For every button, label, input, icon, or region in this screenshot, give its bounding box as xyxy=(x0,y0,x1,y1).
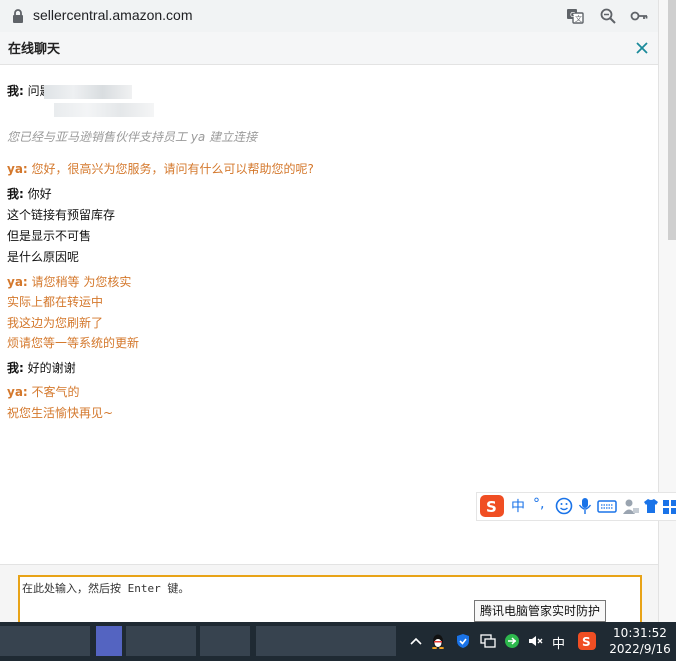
keyboard-icon[interactable] xyxy=(597,496,617,516)
volume-muted-icon[interactable] xyxy=(527,633,543,649)
microphone-icon[interactable] xyxy=(577,496,593,516)
message-me: 我: 你好 xyxy=(7,187,52,201)
emoji-icon[interactable] xyxy=(555,496,573,516)
chat-title: 在线聊天 xyxy=(8,42,61,57)
svg-text:S: S xyxy=(486,498,497,516)
scrollbar-thumb[interactable] xyxy=(668,0,676,240)
ime-punct-button[interactable]: °, xyxy=(533,496,544,516)
zoom-icon[interactable] xyxy=(599,7,617,25)
sogou-logo-icon[interactable]: S xyxy=(480,495,504,517)
redacted-text xyxy=(54,103,154,117)
redacted-taskbar-item[interactable] xyxy=(126,626,196,656)
translate-icon[interactable]: G 文 xyxy=(566,7,584,25)
url-text[interactable]: sellercentral.amazon.com xyxy=(33,7,193,23)
redacted-taskbar-item[interactable] xyxy=(256,626,396,656)
redacted-taskbar-item[interactable] xyxy=(96,626,122,656)
message-agent: ya: 您好，很高兴为您服务，请问有什么可以帮助您的呢? xyxy=(7,162,314,176)
system-notice: 您已经与亚马逊销售伙伴支持员工 ya 建立连接 xyxy=(7,130,258,144)
clock-date: 2022/9/16 xyxy=(609,642,671,656)
green-app-icon[interactable] xyxy=(504,633,520,649)
svg-text:文: 文 xyxy=(575,14,582,23)
message-me: 我: 好的谢谢 xyxy=(7,361,76,375)
message-line: 祝您生活愉快再见~ xyxy=(7,406,114,420)
redacted-taskbar-item[interactable] xyxy=(200,626,250,656)
skin-shirt-icon[interactable] xyxy=(643,496,659,516)
svg-text:S: S xyxy=(582,635,591,649)
clock-time: 10:31:52 xyxy=(613,626,667,640)
user-settings-icon[interactable] xyxy=(622,496,640,516)
qq-penguin-icon[interactable] xyxy=(430,633,446,649)
shield-icon[interactable] xyxy=(455,633,471,649)
message-line: 是什么原因呢 xyxy=(7,250,80,264)
message-agent: ya: 请您稍等 为您核实 xyxy=(7,275,132,289)
chevron-up-icon[interactable] xyxy=(408,633,424,649)
ime-toolbar[interactable]: S 中 °, xyxy=(476,492,676,521)
ime-mode-indicator[interactable]: 中 xyxy=(552,633,565,652)
chat-transcript: 我: 问题 您已经与亚马逊销售伙伴支持员工 ya 建立连接 ya: 您好，很高兴… xyxy=(0,65,658,565)
redacted-text xyxy=(44,85,132,99)
address-bar[interactable]: sellercentral.amazon.com G 文 xyxy=(0,0,658,33)
chat-header: 在线聊天 xyxy=(0,32,658,65)
message-line: 这个链接有预留库存 xyxy=(7,208,116,222)
close-icon[interactable] xyxy=(634,40,650,56)
tray-tooltip: 腾讯电脑管家实时防护 xyxy=(474,600,607,622)
sogou-tray-icon[interactable]: S xyxy=(578,632,596,650)
message-line: 实际上都在转运中 xyxy=(7,295,104,309)
key-icon[interactable] xyxy=(630,7,648,25)
message-line: 烦请您等一等系统的更新 xyxy=(7,336,140,350)
system-clock[interactable]: 10:31:52 2022/9/16 xyxy=(606,625,674,657)
redacted-taskbar-item[interactable] xyxy=(0,626,90,656)
message-line: 但是显示不可售 xyxy=(7,229,92,243)
toolbox-grid-icon[interactable] xyxy=(663,496,676,516)
message-line: 我这边为您刷新了 xyxy=(7,316,104,330)
lock-icon[interactable] xyxy=(11,8,25,24)
taskbar: 中 S 10:31:52 2022/9/16 xyxy=(0,622,676,661)
message-agent: ya: 不客气的 xyxy=(7,385,80,399)
network-icon[interactable] xyxy=(480,633,496,649)
ime-mode-button[interactable]: 中 xyxy=(511,496,525,516)
